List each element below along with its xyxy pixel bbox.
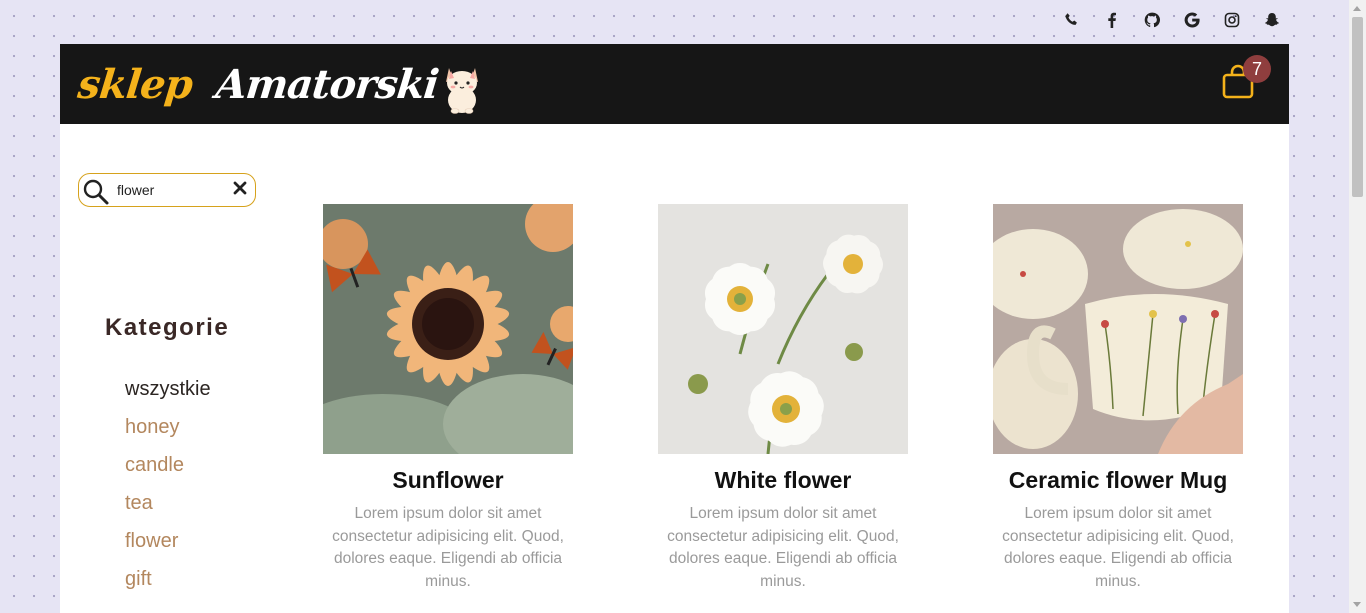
category-item-tea[interactable]: tea bbox=[125, 492, 211, 530]
phone-icon[interactable] bbox=[1063, 11, 1081, 29]
product-image-white-flower[interactable] bbox=[658, 204, 908, 454]
product-image-sunflower[interactable] bbox=[323, 204, 573, 454]
instagram-icon[interactable] bbox=[1223, 11, 1241, 29]
product-name[interactable]: Sunflower bbox=[323, 467, 573, 493]
scroll-down-arrow-icon[interactable] bbox=[1353, 602, 1361, 607]
google-icon[interactable] bbox=[1183, 11, 1201, 29]
product-name[interactable]: Ceramic flower Mug bbox=[993, 467, 1243, 493]
scrollbar-thumb[interactable] bbox=[1352, 17, 1363, 197]
product-card: Sunflower Lorem ipsum dolor sit amet con… bbox=[323, 204, 573, 593]
page-scrollbar[interactable] bbox=[1349, 0, 1366, 613]
cat-mascot-icon bbox=[440, 60, 484, 119]
cart-button[interactable]: 7 bbox=[1221, 54, 1271, 104]
product-card: White flower Lorem ipsum dolor sit amet … bbox=[658, 204, 908, 593]
logo-text-amatorski: Amatorski bbox=[213, 60, 441, 108]
scroll-up-arrow-icon[interactable] bbox=[1353, 6, 1361, 11]
close-icon[interactable] bbox=[233, 181, 247, 200]
main-content: Kategorie wszystkie honey candle tea flo… bbox=[60, 124, 1289, 613]
social-links bbox=[1063, 11, 1281, 29]
category-item-wszystkie[interactable]: wszystkie bbox=[125, 378, 211, 416]
category-item-candle[interactable]: candle bbox=[125, 454, 211, 492]
category-list: wszystkie honey candle tea flower gift bbox=[125, 378, 211, 606]
github-icon[interactable] bbox=[1143, 11, 1161, 29]
category-item-honey[interactable]: honey bbox=[125, 416, 211, 454]
facebook-icon[interactable] bbox=[1103, 11, 1121, 29]
cart-count-badge: 7 bbox=[1243, 55, 1271, 83]
category-item-gift[interactable]: gift bbox=[125, 568, 211, 606]
product-image-ceramic-mug[interactable] bbox=[993, 204, 1243, 454]
site-header: sklep Amatorski 7 bbox=[60, 44, 1289, 124]
product-description: Lorem ipsum dolor sit amet consectetur a… bbox=[332, 505, 564, 590]
logo-text-sklep: sklep bbox=[75, 60, 195, 108]
snapchat-icon[interactable] bbox=[1263, 11, 1281, 29]
categories-heading: Kategorie bbox=[105, 314, 230, 341]
search-input[interactable] bbox=[117, 181, 227, 199]
site-logo[interactable]: sklep Amatorski bbox=[75, 46, 484, 122]
social-bar bbox=[60, 0, 1289, 44]
search-box bbox=[78, 173, 256, 207]
product-description: Lorem ipsum dolor sit amet consectetur a… bbox=[667, 505, 899, 590]
product-name[interactable]: White flower bbox=[658, 467, 908, 493]
product-card: Ceramic flower Mug Lorem ipsum dolor sit… bbox=[993, 204, 1243, 593]
category-item-flower[interactable]: flower bbox=[125, 530, 211, 568]
product-description: Lorem ipsum dolor sit amet consectetur a… bbox=[1002, 505, 1234, 590]
search-icon[interactable] bbox=[82, 178, 110, 211]
